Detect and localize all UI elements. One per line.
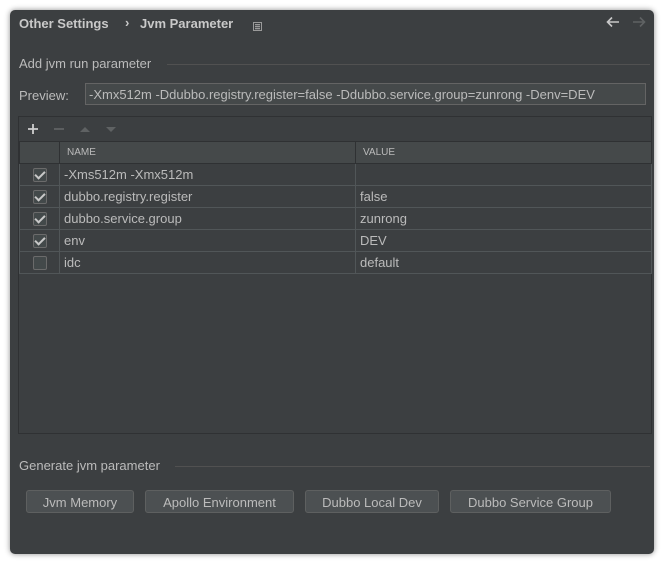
row-checkbox-cell	[19, 229, 60, 252]
name-cell[interactable]: dubbo.service.group	[59, 207, 356, 230]
header: Other Settings › Jvm Parameter	[10, 10, 654, 38]
row-checkbox-cell	[19, 207, 60, 230]
add-icon[interactable]	[25, 121, 41, 137]
breadcrumb-parent[interactable]: Other Settings	[19, 16, 109, 31]
table-row[interactable]: dubbo.registry.register false	[19, 185, 652, 208]
column-header-checkbox	[19, 142, 60, 164]
breadcrumb-separator: ›	[125, 15, 130, 30]
remove-icon[interactable]	[51, 121, 67, 137]
project-settings-icon	[253, 19, 262, 31]
checkbox[interactable]	[32, 190, 47, 205]
back-arrow-icon[interactable]	[605, 14, 621, 30]
table-row[interactable]: env DEV	[19, 229, 652, 252]
row-checkbox-cell	[19, 185, 60, 208]
value-cell[interactable]: default	[355, 251, 652, 274]
forward-arrow-icon	[631, 14, 647, 30]
checkbox[interactable]	[32, 256, 47, 271]
parameter-table: NAME VALUE -Xms512m -Xmx512m dubbo.regis…	[19, 141, 652, 433]
checkbox[interactable]	[32, 234, 47, 249]
checkbox[interactable]	[32, 212, 47, 227]
name-cell[interactable]: dubbo.registry.register	[59, 185, 356, 208]
preview-label: Preview:	[19, 88, 69, 103]
value-cell[interactable]	[355, 163, 652, 186]
name-cell[interactable]: env	[59, 229, 356, 252]
parameter-table-panel: NAME VALUE -Xms512m -Xmx512m dubbo.regis…	[18, 116, 652, 434]
section-divider	[175, 466, 650, 467]
value-cell[interactable]: DEV	[355, 229, 652, 252]
table-row[interactable]: idc default	[19, 251, 652, 274]
value-cell[interactable]: zunrong	[355, 207, 652, 230]
section-divider	[167, 64, 650, 65]
row-checkbox-cell	[19, 163, 60, 186]
move-down-icon[interactable]	[103, 121, 119, 137]
name-cell[interactable]: -Xms512m -Xmx512m	[59, 163, 356, 186]
add-section-title: Add jvm run parameter	[19, 56, 152, 71]
value-cell[interactable]: false	[355, 185, 652, 208]
move-up-icon[interactable]	[77, 121, 93, 137]
table-row[interactable]: dubbo.service.group zunrong	[19, 207, 652, 230]
name-cell[interactable]: idc	[59, 251, 356, 274]
table-header-row: NAME VALUE	[19, 142, 652, 164]
checkbox[interactable]	[32, 168, 47, 183]
table-toolbar	[19, 117, 651, 141]
column-header-name[interactable]: NAME	[59, 142, 356, 164]
preview-field[interactable]: -Xmx512m -Ddubbo.registry.register=false…	[85, 83, 646, 105]
jvm-memory-button[interactable]: Jvm Memory	[26, 490, 134, 513]
apollo-environment-button[interactable]: Apollo Environment	[145, 490, 294, 513]
table-row[interactable]: -Xms512m -Xmx512m	[19, 163, 652, 186]
page-title: Jvm Parameter	[140, 16, 234, 31]
row-checkbox-cell	[19, 251, 60, 274]
column-header-value[interactable]: VALUE	[355, 142, 652, 164]
settings-window: Other Settings › Jvm Parameter Add jvm r…	[10, 10, 654, 554]
generate-section-title: Generate jvm parameter	[19, 458, 160, 473]
dubbo-local-dev-button[interactable]: Dubbo Local Dev	[305, 490, 439, 513]
dubbo-service-group-button[interactable]: Dubbo Service Group	[450, 490, 611, 513]
